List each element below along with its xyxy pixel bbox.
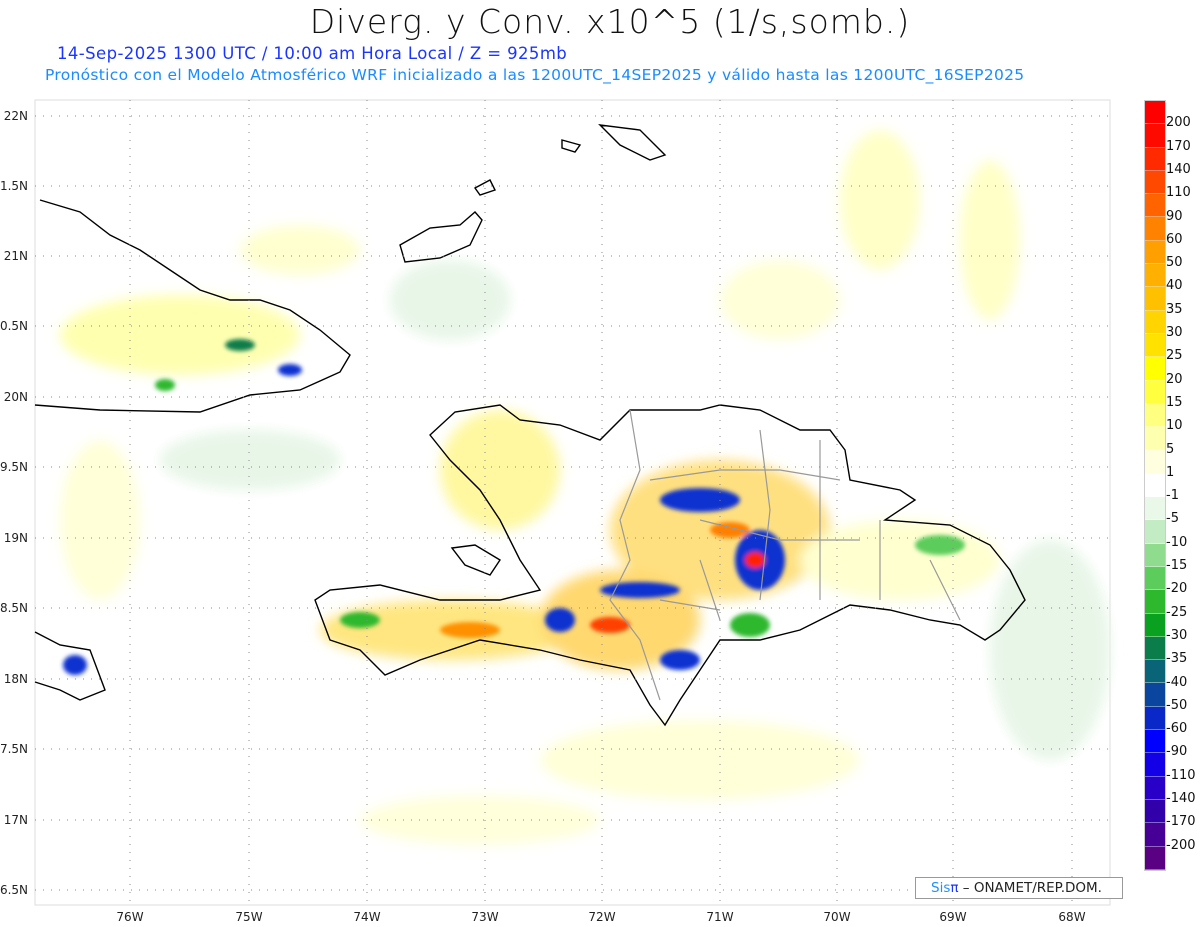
colorbar-swatch bbox=[1145, 124, 1165, 148]
lat-label: 20N bbox=[4, 390, 28, 404]
colorbar-swatch bbox=[1145, 566, 1165, 591]
lat-label: 8.5N bbox=[0, 601, 28, 615]
colorbar-label: 30 bbox=[1166, 325, 1183, 340]
colorbar-label: 15 bbox=[1166, 394, 1183, 410]
lon-label: 75W bbox=[235, 910, 262, 924]
colorbar-label: -35 bbox=[1166, 651, 1188, 667]
lon-label: 70W bbox=[823, 910, 850, 924]
lon-label: 71W bbox=[706, 910, 733, 924]
lon-label: 73W bbox=[471, 910, 498, 924]
lat-label: 19N bbox=[4, 531, 28, 545]
colorbar-label: -5 bbox=[1166, 511, 1179, 527]
colorbar-swatch bbox=[1145, 287, 1165, 311]
pi-symbol: π bbox=[950, 880, 959, 896]
colorbar-label: -90 bbox=[1166, 744, 1188, 760]
lat-label: 22N bbox=[4, 109, 28, 123]
map-frame bbox=[34, 99, 1111, 906]
colorbar-swatch bbox=[1145, 636, 1165, 661]
colorbar-swatch bbox=[1145, 799, 1165, 824]
colorbar-label: 170 bbox=[1166, 138, 1191, 154]
colorbar-label: -20 bbox=[1166, 581, 1188, 597]
colorbar-swatch bbox=[1145, 776, 1165, 800]
colorbar-label: -50 bbox=[1166, 697, 1188, 713]
colorbar-label: 110 bbox=[1166, 185, 1191, 201]
colorbar-swatch bbox=[1145, 520, 1165, 544]
colorbar-swatch bbox=[1145, 310, 1165, 334]
colorbar-swatch bbox=[1145, 660, 1165, 684]
colorbar-label: 60 bbox=[1166, 231, 1183, 247]
colorbar-swatch bbox=[1145, 730, 1165, 754]
colorbar-label: 25 bbox=[1166, 348, 1183, 364]
lat-label: 17N bbox=[4, 813, 28, 827]
lat-label: 9.5N bbox=[0, 460, 28, 474]
colorbar-label: -140 bbox=[1166, 791, 1196, 806]
lat-label: 7.5N bbox=[0, 742, 28, 756]
longitude-labels: 76W 75W 74W 73W 72W 71W 70W 69W 68W bbox=[116, 910, 1085, 924]
lat-label: 6.5N bbox=[0, 883, 28, 897]
colorbar-label: 90 bbox=[1166, 208, 1183, 224]
colorbar bbox=[1144, 100, 1166, 871]
colorbar-swatch bbox=[1145, 403, 1165, 428]
colorbar-swatch bbox=[1145, 240, 1165, 265]
colorbar-swatch bbox=[1145, 473, 1165, 498]
lat-label: 1.5N bbox=[0, 179, 28, 193]
colorbar-swatch bbox=[1145, 264, 1165, 288]
colorbar-swatch bbox=[1145, 683, 1165, 707]
lon-label: 76W bbox=[116, 910, 143, 924]
colorbar-label: 20 bbox=[1166, 371, 1183, 387]
colorbar-swatch bbox=[1145, 706, 1165, 731]
colorbar-label: -40 bbox=[1166, 674, 1188, 690]
colorbar-label: -170 bbox=[1166, 814, 1196, 830]
colorbar-swatch bbox=[1145, 823, 1165, 847]
colorbar-label: 35 bbox=[1166, 301, 1183, 317]
credit-box: Sisπ – ONAMET/REP.DOM. bbox=[915, 877, 1123, 899]
lat-label: 0.5N bbox=[0, 319, 28, 333]
colorbar-swatch bbox=[1145, 170, 1165, 195]
colorbar-label: -1 bbox=[1166, 488, 1179, 504]
colorbar-swatch bbox=[1145, 846, 1165, 870]
colorbar-swatch bbox=[1145, 147, 1165, 171]
lon-label: 68W bbox=[1058, 910, 1085, 924]
colorbar-swatch bbox=[1145, 427, 1165, 451]
colorbar-label: 1 bbox=[1166, 464, 1175, 480]
lat-label: 21N bbox=[4, 249, 28, 263]
divergence-map: 76W 75W 74W 73W 72W 71W 70W 69W 68W 22N 1.5N 21N 0.… bbox=[0, 99, 1111, 924]
colorbar-label: -25 bbox=[1166, 604, 1188, 620]
colorbar-swatch bbox=[1145, 357, 1165, 381]
colorbar-label: 40 bbox=[1166, 278, 1183, 294]
lat-label: 18N bbox=[4, 672, 28, 686]
colorbar-swatch bbox=[1145, 590, 1165, 614]
credit-text: – ONAMET/REP.DOM. bbox=[958, 880, 1102, 896]
colorbar-swatch bbox=[1145, 217, 1165, 241]
colorbar-label: 50 bbox=[1166, 255, 1183, 271]
colorbar-swatch bbox=[1145, 543, 1165, 567]
colorbar-swatch bbox=[1145, 194, 1165, 218]
colorbar-label: 5 bbox=[1166, 441, 1175, 457]
colorbar-label: -60 bbox=[1166, 721, 1188, 737]
colorbar-label: -10 bbox=[1166, 534, 1188, 550]
colorbar-swatch bbox=[1145, 753, 1165, 777]
colorbar-swatch bbox=[1145, 613, 1165, 637]
lon-label: 69W bbox=[939, 910, 966, 924]
colorbar-label: -200 bbox=[1166, 837, 1196, 853]
sispi-logo-text: Sis bbox=[931, 880, 951, 896]
colorbar-label: 200 bbox=[1166, 115, 1191, 131]
colorbar-swatch bbox=[1145, 380, 1165, 404]
colorbar-swatch bbox=[1145, 333, 1165, 358]
colorbar-swatch bbox=[1145, 101, 1165, 125]
latitude-labels: 22N 1.5N 21N 0.5N 20N 9.5N 19N 8.5N 18N 7.5N 17N 6.… bbox=[0, 109, 28, 897]
colorbar-label: 140 bbox=[1166, 161, 1191, 177]
colorbar-label: -15 bbox=[1166, 558, 1188, 573]
lon-label: 72W bbox=[588, 910, 615, 924]
colorbar-label: -30 bbox=[1166, 627, 1188, 643]
colorbar-label: -110 bbox=[1166, 767, 1196, 783]
lon-label: 74W bbox=[353, 910, 380, 924]
colorbar-swatch bbox=[1145, 450, 1165, 474]
colorbar-label: 10 bbox=[1166, 418, 1183, 434]
colorbar-swatch bbox=[1145, 497, 1165, 521]
